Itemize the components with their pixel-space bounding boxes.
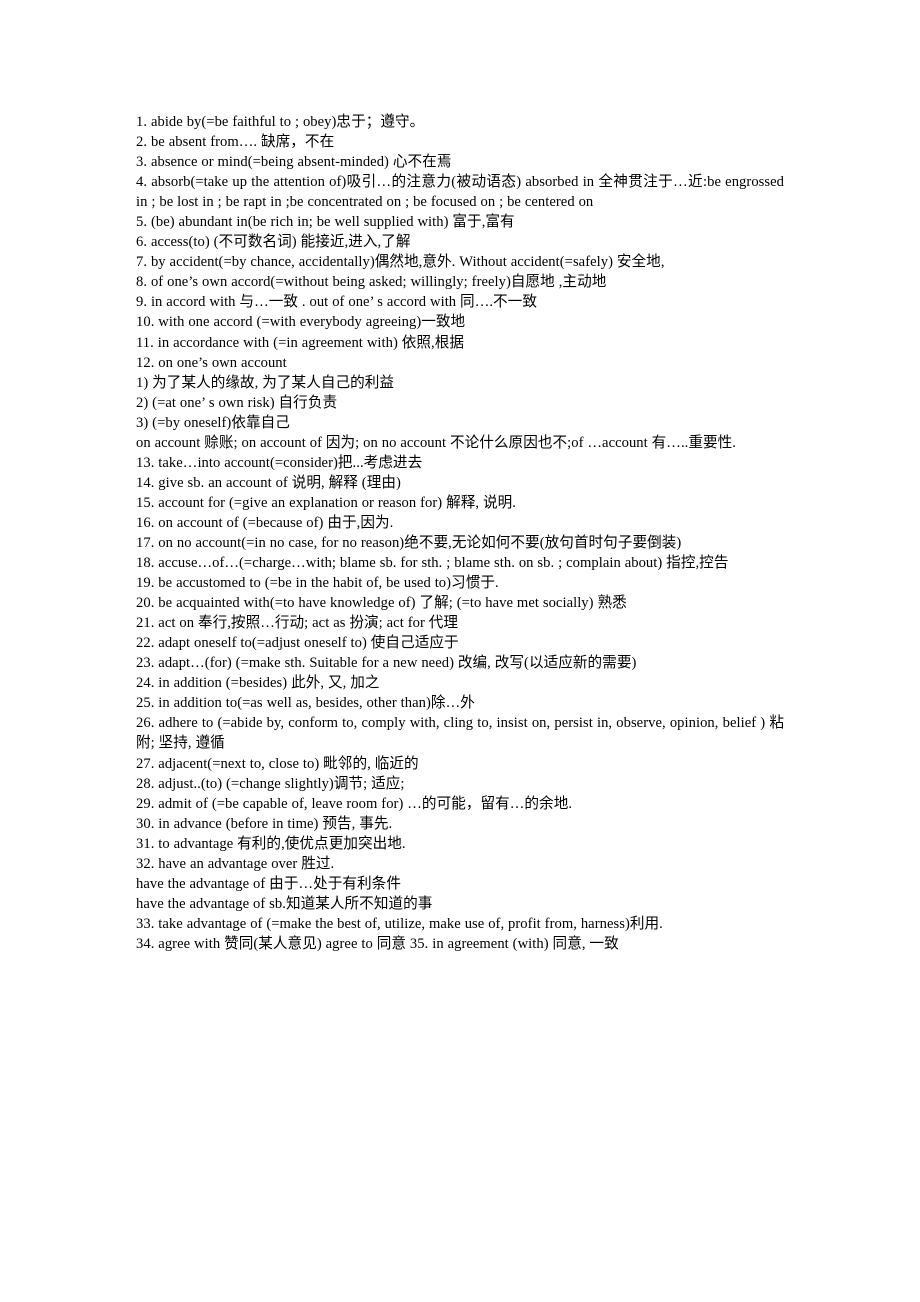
item-12-3: 3) (=by oneself)依靠自己 bbox=[136, 414, 290, 431]
phrase-list-body: 1. abide by(=be faithful to ; obey)忠于；遵守… bbox=[136, 112, 784, 954]
item-24: 24. in addition (=besides) 此外, 又, 加之 bbox=[136, 675, 380, 692]
item-12-2: 2) (=at one’ s own risk) 自行负责 bbox=[136, 394, 338, 411]
on-account-note: on account 赊账; on account of 因为; on no a… bbox=[136, 434, 736, 451]
item-7: 7. by accident(=by chance, accidentally)… bbox=[136, 254, 665, 271]
item-23: 23. adapt…(for) (=make sth. Suitable for… bbox=[136, 655, 637, 672]
item-29: 29. admit of (=be capable of, leave room… bbox=[136, 795, 573, 812]
item-5: 5. (be) abundant in(be rich in; be well … bbox=[136, 214, 515, 231]
document-page: 1. abide by(=be faithful to ; obey)忠于；遵守… bbox=[0, 0, 920, 1302]
item-34: 34. agree with 赞同(某人意见) agree to 同意 35. … bbox=[136, 935, 619, 952]
item-10: 10. with one accord (=with everybody agr… bbox=[136, 314, 466, 331]
item-6: 6. access(to) (不可数名词) 能接近,进入,了解 bbox=[136, 234, 411, 251]
item-21: 21. act on 奉行,按照…行动; act as 扮演; act for … bbox=[136, 615, 459, 632]
item-9: 9. in accord with 与…一致 . out of one’ s a… bbox=[136, 294, 537, 311]
item-28: 28. adjust..(to) (=change slightly)调节; 适… bbox=[136, 775, 405, 792]
item-30: 30. in advance (before in time) 预告, 事先. bbox=[136, 815, 393, 832]
item-14: 14. give sb. an account of 说明, 解释 (理由) bbox=[136, 474, 401, 491]
item-32: 32. have an advantage over 胜过. bbox=[136, 855, 335, 872]
item-2: 2. be absent from…. 缺席，不在 bbox=[136, 134, 335, 151]
item-26: 26. adhere to (=abide by, conform to, co… bbox=[136, 715, 784, 752]
item-27: 27. adjacent(=next to, close to) 毗邻的, 临近… bbox=[136, 755, 419, 772]
item-33: 33. take advantage of (=make the best of… bbox=[136, 915, 663, 932]
item-25: 25. in addition to(=as well as, besides,… bbox=[136, 695, 475, 712]
item-11: 11. in accordance with (=in agreement wi… bbox=[136, 334, 465, 351]
item-12-1: 1) 为了某人的缘故, 为了某人自己的利益 bbox=[136, 374, 395, 391]
item-13: 13. take…into account(=consider)把...考虑进去 bbox=[136, 454, 423, 471]
item-15: 15. account for (=give an explanation or… bbox=[136, 494, 516, 511]
item-4: 4. absorb(=take up the attention of)吸引…的… bbox=[136, 174, 784, 211]
item-31: 31. to advantage 有利的,使优点更加突出地. bbox=[136, 835, 406, 852]
item-20: 20. be acquainted with(=to have knowledg… bbox=[136, 595, 627, 612]
item-1: 1. abide by(=be faithful to ; obey)忠于；遵守… bbox=[136, 114, 425, 130]
item-8: 8. of one’s own accord(=without being as… bbox=[136, 274, 607, 291]
item-16: 16. on account of (=because of) 由于,因为. bbox=[136, 514, 394, 531]
item-12: 12. on one’s own account bbox=[136, 354, 287, 371]
item-3: 3. absence or mind(=being absent-minded)… bbox=[136, 154, 452, 171]
item-17: 17. on no account(=in no case, for no re… bbox=[136, 534, 682, 551]
item-32-2: have the advantage of sb.知道某人所不知道的事 bbox=[136, 895, 433, 912]
item-19: 19. be accustomed to (=be in the habit o… bbox=[136, 575, 499, 592]
item-18: 18. accuse…of…(=charge…with; blame sb. f… bbox=[136, 555, 729, 572]
item-22: 22. adapt oneself to(=adjust oneself to)… bbox=[136, 635, 459, 652]
item-32-1: have the advantage of 由于…处于有利条件 bbox=[136, 875, 401, 892]
